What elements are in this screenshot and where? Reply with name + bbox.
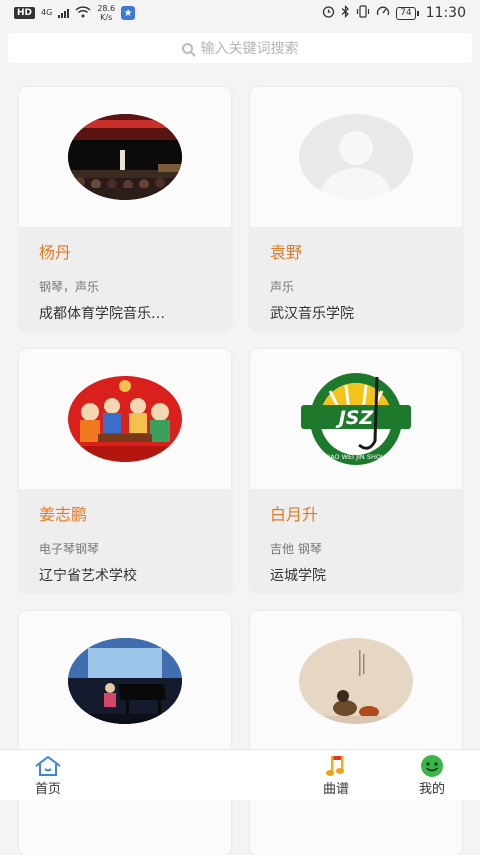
teacher-card[interactable]: JSZ YU XIAO WEI JIN SHOU ZHI 白月升 吉他 钢琴 运… xyxy=(250,349,462,593)
tab-sheet-music-label: 曲谱 xyxy=(322,782,349,797)
teacher-photo xyxy=(299,638,413,724)
teacher-name: 姜志鹏 xyxy=(39,505,88,524)
teacher-school: 成都体育学院音乐… xyxy=(39,306,165,322)
tab-home[interactable]: 首页 xyxy=(18,754,78,797)
teacher-photo xyxy=(68,376,182,462)
teacher-card[interactable] xyxy=(250,611,462,855)
svg-text:JSZ: JSZ xyxy=(335,407,375,429)
teacher-name: 袁野 xyxy=(270,243,303,262)
music-note-icon xyxy=(306,754,366,778)
teacher-grid: 杨丹 钢琴，声乐 成都体育学院音乐… 袁野 声乐 武汉音乐学院 姜志鹏 电子琴钢… xyxy=(0,0,480,855)
tab-mine-label: 我的 xyxy=(418,782,445,797)
teacher-name: 杨丹 xyxy=(39,243,72,262)
default-avatar-icon xyxy=(299,114,413,200)
teacher-instruments: 声乐 xyxy=(270,280,295,294)
teacher-school: 运城学院 xyxy=(270,568,326,584)
jsz-logo: JSZ YU XIAO WEI JIN SHOU ZHI xyxy=(299,371,413,467)
teacher-card[interactable] xyxy=(19,611,231,855)
home-icon xyxy=(18,754,78,778)
smiley-icon xyxy=(402,754,462,778)
teacher-photo xyxy=(68,638,182,724)
teacher-card[interactable]: 杨丹 钢琴，声乐 成都体育学院音乐… xyxy=(19,87,231,331)
teacher-instruments: 电子琴钢琴 xyxy=(39,542,100,556)
tab-home-label: 首页 xyxy=(34,782,61,797)
teacher-instruments: 钢琴，声乐 xyxy=(39,280,100,294)
teacher-instruments: 吉他 钢琴 xyxy=(270,542,322,556)
tab-sheet-music[interactable]: 曲谱 xyxy=(306,754,366,797)
svg-text:YU XIAO WEI JIN SHOU ZHI: YU XIAO WEI JIN SHOU ZHI xyxy=(312,453,399,461)
teacher-school: 武汉音乐学院 xyxy=(270,306,354,322)
bottom-tab-bar: 首页 曲谱 我的 xyxy=(0,749,480,800)
teacher-card[interactable]: 袁野 声乐 武汉音乐学院 xyxy=(250,87,462,331)
teacher-name: 白月升 xyxy=(270,505,319,524)
teacher-school: 辽宁省艺术学校 xyxy=(39,568,137,584)
tab-mine[interactable]: 我的 xyxy=(402,754,462,797)
teacher-card[interactable]: 姜志鹏 电子琴钢琴 辽宁省艺术学校 xyxy=(19,349,231,593)
teacher-photo xyxy=(68,114,182,200)
